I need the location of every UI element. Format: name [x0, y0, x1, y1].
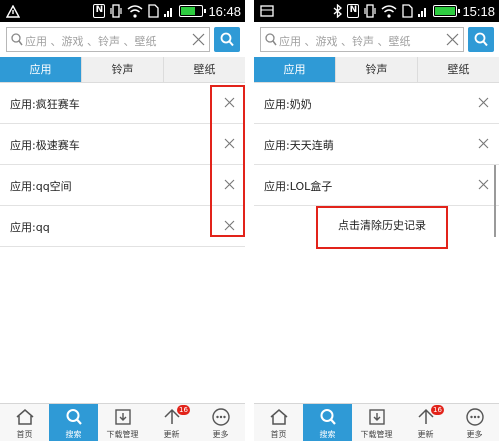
- search-icon: [320, 409, 336, 425]
- nav-label: 下载管理: [106, 430, 139, 439]
- search-placeholder: 应用 、游戏 、铃声 、壁纸: [25, 35, 157, 48]
- update-count-badge: 16: [177, 405, 190, 415]
- nav-label: 更新: [417, 430, 434, 439]
- search-history-list: 应用:疯狂赛车 应用:极速赛车 应用:qq空间 应用:qq: [0, 83, 245, 247]
- history-item-label: 应用:qq空间: [10, 180, 72, 193]
- tab-ringtones[interactable]: 铃声: [336, 57, 418, 82]
- download-icon: [114, 409, 131, 425]
- search-input[interactable]: 应用 、游戏 、铃声 、壁纸: [260, 27, 464, 52]
- highlight-box: [210, 85, 245, 237]
- tab-apps[interactable]: 应用: [0, 57, 82, 82]
- search-icon: [66, 409, 82, 425]
- history-item[interactable]: 应用:奶奶: [254, 83, 499, 124]
- history-item[interactable]: 应用:qq空间: [0, 165, 245, 206]
- nav-more[interactable]: 更多: [196, 404, 245, 441]
- clear-input-icon[interactable]: [446, 33, 459, 46]
- nav-search[interactable]: 搜索: [49, 404, 98, 441]
- sim-icon: [402, 4, 414, 18]
- clear-input-icon[interactable]: [192, 33, 205, 46]
- search-button[interactable]: [214, 27, 240, 52]
- history-item-label: 应用:qq: [10, 221, 50, 234]
- nav-home[interactable]: 首页: [0, 404, 49, 441]
- signal-icon: [164, 7, 173, 17]
- vibrate-icon: [110, 4, 123, 18]
- nav-downloads[interactable]: 下载管理: [352, 404, 401, 441]
- screen-divider: [245, 0, 254, 441]
- nav-search[interactable]: 搜索: [303, 404, 352, 441]
- wifi-icon: [381, 4, 397, 18]
- download-icon: [368, 409, 385, 425]
- nav-label: 更多: [466, 430, 483, 439]
- search-placeholder: 应用 、游戏 、铃声 、壁纸: [279, 35, 411, 48]
- nav-label: 搜索: [319, 430, 336, 439]
- left-screen: N 16:48 应用 、游戏 、铃声 、壁纸 应用 铃声 壁纸 应用:疯狂赛车: [0, 0, 245, 441]
- nav-label: 首页: [16, 430, 33, 439]
- history-item-label: 应用:疯狂赛车: [10, 98, 80, 111]
- more-icon: [465, 408, 484, 426]
- gallery-icon: [260, 5, 274, 17]
- battery-icon: [433, 5, 461, 17]
- home-icon: [16, 409, 33, 425]
- status-time: 15:18: [462, 3, 495, 19]
- nav-label: 搜索: [65, 430, 82, 439]
- history-item[interactable]: 应用:极速赛车: [0, 124, 245, 165]
- search-button[interactable]: [468, 27, 494, 52]
- vibrate-icon: [364, 4, 377, 18]
- signal-icon: [418, 7, 427, 17]
- update-count-badge: 16: [431, 405, 444, 415]
- history-item-label: 应用:奶奶: [264, 98, 312, 111]
- tab-apps[interactable]: 应用: [254, 57, 336, 82]
- history-item[interactable]: 应用:疯狂赛车: [0, 83, 245, 124]
- delete-icon[interactable]: [478, 179, 489, 190]
- nav-more[interactable]: 更多: [450, 404, 499, 441]
- nav-update[interactable]: 16 更新: [147, 404, 196, 441]
- nfc-icon: N: [347, 4, 360, 18]
- nav-label: 首页: [270, 430, 287, 439]
- delete-icon[interactable]: [478, 97, 489, 108]
- history-item-label: 应用:LOL盒子: [264, 180, 333, 193]
- status-time: 16:48: [208, 3, 241, 19]
- nav-downloads[interactable]: 下载管理: [98, 404, 147, 441]
- tab-ringtones[interactable]: 铃声: [82, 57, 164, 82]
- search-icon: [11, 33, 23, 46]
- search-icon: [474, 32, 488, 47]
- battery-icon: [179, 5, 207, 17]
- delete-icon[interactable]: [478, 138, 489, 149]
- history-item-label: 应用:极速赛车: [10, 139, 80, 152]
- search-input[interactable]: 应用 、游戏 、铃声 、壁纸: [6, 27, 210, 52]
- home-icon: [270, 409, 287, 425]
- category-tabs: 应用 铃声 壁纸: [0, 57, 245, 83]
- nfc-icon: N: [93, 4, 106, 18]
- tab-wallpapers[interactable]: 壁纸: [418, 57, 499, 82]
- nav-update[interactable]: 16 更新: [401, 404, 450, 441]
- nav-home[interactable]: 首页: [254, 404, 303, 441]
- tab-wallpapers[interactable]: 壁纸: [164, 57, 245, 82]
- bottom-nav: 首页 搜索 下载管理 16 更新 更多: [0, 403, 245, 441]
- history-item[interactable]: 应用:qq: [0, 206, 245, 247]
- search-icon: [265, 33, 277, 46]
- status-bar: N 15:18: [254, 0, 499, 22]
- more-icon: [211, 408, 230, 426]
- nav-label: 更新: [163, 430, 180, 439]
- search-row: 应用 、游戏 、铃声 、壁纸: [254, 22, 499, 56]
- history-item[interactable]: 应用:LOL盒子: [254, 165, 499, 206]
- right-screen: N 15:18 应用 、游戏 、铃声 、壁纸 应用 铃声 壁纸 应用:奶奶 应用: [254, 0, 499, 441]
- nav-label: 更多: [212, 430, 229, 439]
- status-bar: N 16:48: [0, 0, 245, 22]
- bluetooth-icon: [334, 4, 343, 18]
- sim-icon: [148, 4, 160, 18]
- bottom-nav: 首页 搜索 下载管理 16 更新 更多: [254, 403, 499, 441]
- history-item-label: 应用:天天连萌: [264, 139, 334, 152]
- category-tabs: 应用 铃声 壁纸: [254, 57, 499, 83]
- nav-label: 下载管理: [360, 430, 393, 439]
- search-row: 应用 、游戏 、铃声 、壁纸: [0, 22, 245, 56]
- wifi-icon: [127, 4, 143, 18]
- history-item[interactable]: 应用:天天连萌: [254, 124, 499, 165]
- scrollbar[interactable]: [494, 165, 496, 237]
- highlight-box: [316, 206, 448, 249]
- warning-icon: [6, 4, 20, 18]
- search-icon: [220, 32, 234, 47]
